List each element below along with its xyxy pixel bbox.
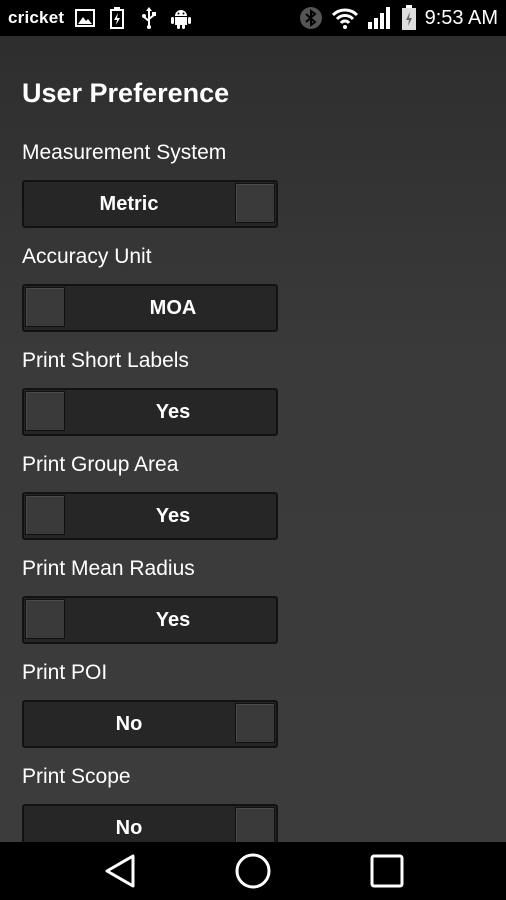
- recents-icon[interactable]: [359, 848, 415, 894]
- toggle-value: MOA: [149, 297, 197, 319]
- toggle-value: No: [115, 817, 143, 839]
- toggle-knob[interactable]: [235, 183, 275, 223]
- pref-label: Print Scope: [22, 765, 131, 788]
- status-time: 9:53 AM: [424, 6, 498, 29]
- usb-icon: [138, 7, 160, 29]
- print-mean-radius-toggle[interactable]: Yes: [22, 596, 278, 644]
- pref-print-short-labels: Print Short Labels Yes: [22, 346, 278, 436]
- pref-measurement-system: Measurement System Metric: [22, 138, 278, 228]
- back-icon[interactable]: [92, 848, 148, 894]
- preferences-screen: User Preference Measurement System Metri…: [0, 36, 506, 842]
- carrier-name: cricket: [8, 8, 65, 27]
- print-short-labels-toggle[interactable]: Yes: [22, 388, 278, 436]
- accuracy-unit-toggle[interactable]: MOA: [22, 284, 278, 332]
- wifi-icon: [331, 6, 359, 30]
- toggle-value: No: [115, 713, 143, 735]
- pref-accuracy-unit: Accuracy Unit MOA: [22, 242, 278, 332]
- pref-print-poi: Print POI No: [22, 658, 278, 748]
- navigation-bar: [0, 842, 506, 900]
- pref-print-group-area: Print Group Area Yes: [22, 450, 278, 540]
- battery-small-icon: [106, 7, 128, 29]
- android-icon: [170, 7, 192, 29]
- toggle-knob[interactable]: [235, 703, 275, 743]
- pref-label: Print Short Labels: [22, 349, 189, 372]
- pref-label: Measurement System: [22, 141, 227, 164]
- pref-label: Print POI: [22, 661, 108, 684]
- toggle-value: Yes: [155, 401, 191, 423]
- page-title: User Preference: [22, 78, 230, 108]
- signal-icon: [367, 6, 393, 30]
- toggle-knob[interactable]: [25, 391, 65, 431]
- toggle-knob[interactable]: [235, 807, 275, 842]
- pref-print-scope: Print Scope No: [22, 762, 278, 842]
- toggle-value: Yes: [155, 505, 191, 527]
- toggle-knob[interactable]: [25, 599, 65, 639]
- print-scope-toggle[interactable]: No: [22, 804, 278, 842]
- bluetooth-icon: [299, 6, 323, 30]
- pref-print-mean-radius: Print Mean Radius Yes: [22, 554, 278, 644]
- toggle-knob[interactable]: [25, 287, 65, 327]
- toggle-value: Metric: [99, 193, 159, 215]
- home-icon[interactable]: [225, 848, 281, 894]
- toggle-knob[interactable]: [25, 495, 65, 535]
- pref-label: Print Mean Radius: [22, 557, 195, 580]
- toggle-value: Yes: [155, 609, 191, 631]
- pref-label: Print Group Area: [22, 453, 179, 476]
- measurement-system-toggle[interactable]: Metric: [22, 180, 278, 228]
- print-group-area-toggle[interactable]: Yes: [22, 492, 278, 540]
- pref-label: Accuracy Unit: [22, 245, 152, 268]
- status-bar: cricket 9:53 AM: [0, 0, 506, 36]
- print-poi-toggle[interactable]: No: [22, 700, 278, 748]
- battery-icon: [401, 5, 417, 30]
- image-icon: [74, 7, 96, 29]
